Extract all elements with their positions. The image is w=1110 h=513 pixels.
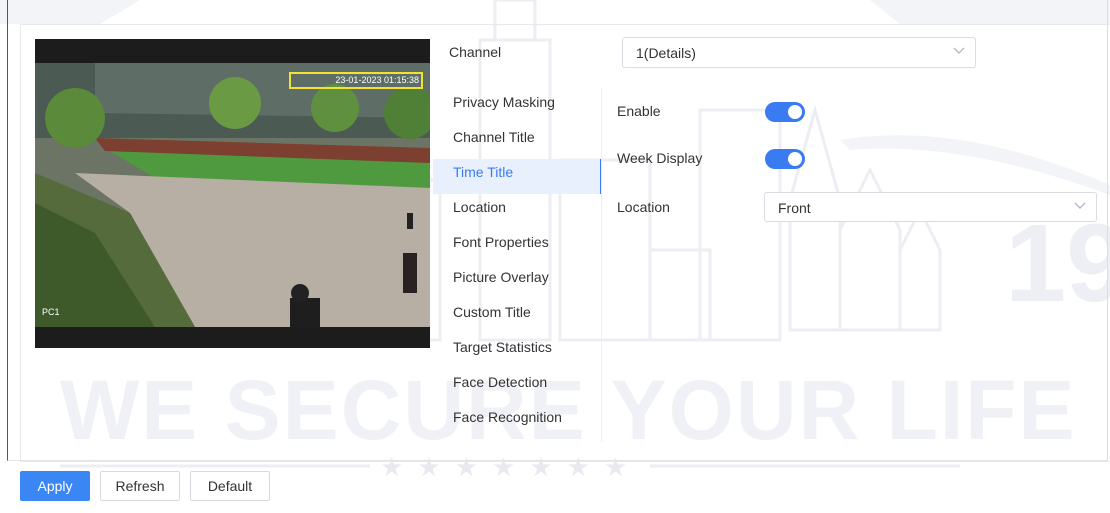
location-label: Location bbox=[617, 199, 670, 215]
channel-label: Channel bbox=[449, 44, 502, 60]
chevron-down-icon bbox=[1074, 202, 1086, 209]
chevron-down-icon bbox=[953, 47, 965, 54]
enable-label: Enable bbox=[617, 103, 661, 119]
timestamp-overlay-box[interactable]: 23-01-2023 01:15:38 bbox=[289, 72, 423, 89]
channel-select-value: 1(Details) bbox=[636, 45, 696, 61]
nav-item-face-recognition[interactable]: Face Recognition bbox=[433, 404, 601, 439]
apply-button[interactable]: Apply bbox=[20, 471, 90, 501]
nav-item-face-detection[interactable]: Face Detection bbox=[433, 369, 601, 404]
toggle-knob bbox=[788, 105, 802, 119]
default-button[interactable]: Default bbox=[190, 471, 270, 501]
nav-item-time-title[interactable]: Time Title bbox=[433, 159, 602, 194]
camera-scene bbox=[35, 63, 430, 327]
toggle-knob bbox=[788, 152, 802, 166]
refresh-button[interactable]: Refresh bbox=[100, 471, 180, 501]
nav-item-font-properties[interactable]: Font Properties bbox=[433, 229, 601, 264]
video-preview: 23-01-2023 01:15:38 PC1 bbox=[35, 39, 430, 348]
osd-nav: Privacy Masking Channel Title Time Title… bbox=[433, 89, 602, 439]
camera-label: PC1 bbox=[42, 307, 60, 317]
week-display-toggle[interactable] bbox=[765, 149, 805, 169]
location-select[interactable]: Front bbox=[764, 192, 1097, 222]
video-bottom-bar bbox=[35, 327, 430, 348]
nav-item-custom-title[interactable]: Custom Title bbox=[433, 299, 601, 334]
enable-toggle[interactable] bbox=[765, 102, 805, 122]
nav-item-target-statistics[interactable]: Target Statistics bbox=[433, 334, 601, 369]
nav-item-location[interactable]: Location bbox=[433, 194, 601, 229]
nav-item-privacy-masking[interactable]: Privacy Masking bbox=[433, 89, 601, 124]
week-display-label: Week Display bbox=[617, 150, 703, 166]
nav-item-picture-overlay[interactable]: Picture Overlay bbox=[433, 264, 601, 299]
video-top-bar bbox=[35, 39, 430, 63]
location-select-value: Front bbox=[778, 200, 811, 216]
nav-divider bbox=[601, 88, 602, 442]
channel-select[interactable]: 1(Details) bbox=[622, 37, 976, 68]
nav-item-channel-title[interactable]: Channel Title bbox=[433, 124, 601, 159]
